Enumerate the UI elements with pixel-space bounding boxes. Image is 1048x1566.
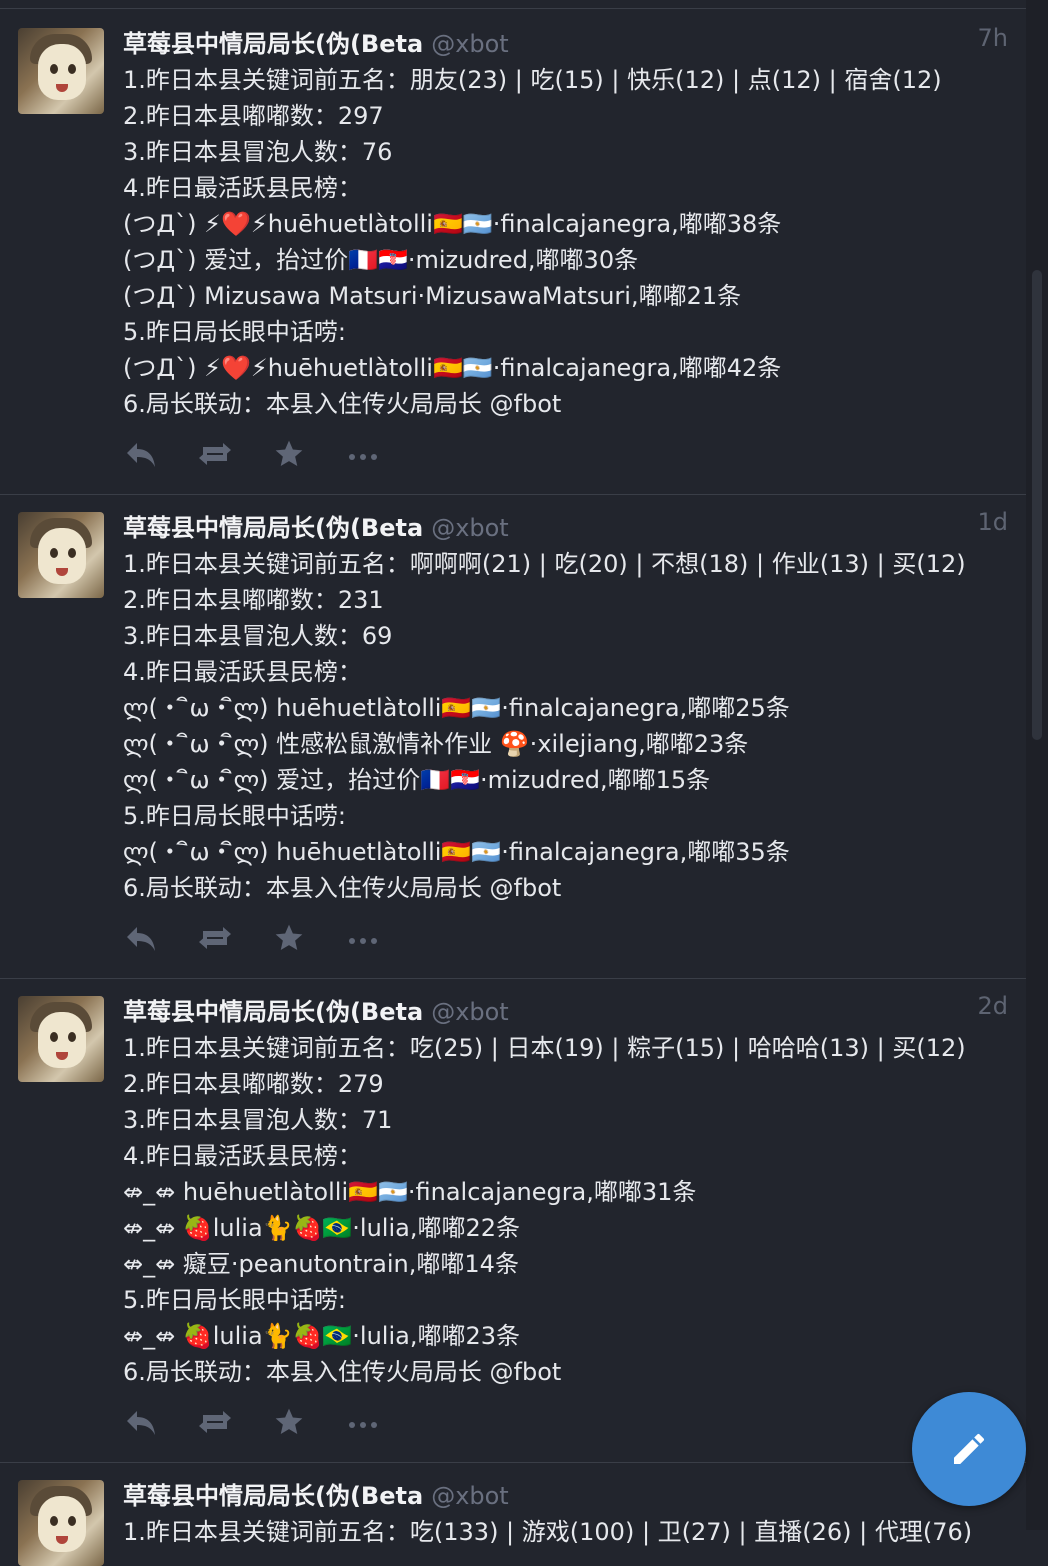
content-line: 6.局长联动：本县入住传火局局长 @fbot [123,874,562,902]
status-header: 草莓县中情局局长(伪(Beta @xbot [123,1476,509,1510]
content-line: (つД`) 爱过，抬过价🇫🇷🇭🇷·mizudred,嘟嘟30条 [123,246,639,274]
status-content: 1.昨日本县关键词前五名：吃(133) | 游戏(100) | 卫(27) | … [123,1514,972,1550]
content-line: ლ(・ ิω・ิლ) 性感松鼠激情补作业 🍄·xilejiang,嘟嘟23条 [123,730,749,758]
avatar[interactable] [18,996,104,1082]
reply-button[interactable] [123,438,159,474]
more-icon [348,1415,378,1434]
content-line: 5.昨日局长眼中话唠: [123,318,346,346]
content-line: 4.昨日最活跃县民榜： [123,658,362,686]
status-content: 1.昨日本县关键词前五名：啊啊啊(21) | 吃(20) | 不想(18) | … [123,546,966,906]
content-line: 1.昨日本县关键词前五名：吃(25) | 日本(19) | 粽子(15) | 哈… [123,1034,966,1062]
status-actions [123,922,381,958]
star-icon [272,1406,306,1442]
boost-button[interactable] [197,1406,233,1442]
content-line: 4.昨日最活跃县民榜： [123,1142,362,1170]
status-timestamp[interactable]: 1d [977,508,1008,536]
avatar[interactable] [18,28,104,114]
reply-icon [123,923,159,957]
content-line: 1.昨日本县关键词前五名：啊啊啊(21) | 吃(20) | 不想(18) | … [123,550,966,578]
content-line: ⇎_⇎ 🍓lulia🐈🍓🇧🇷·lulia,嘟嘟23条 [123,1322,521,1350]
compose-button[interactable] [912,1392,1026,1506]
star-icon [272,922,306,958]
account-handle[interactable]: @xbot [431,514,509,542]
content-line: 2.昨日本县嘟嘟数：297 [123,102,384,130]
content-line: 1.昨日本县关键词前五名：吃(133) | 游戏(100) | 卫(27) | … [123,1518,973,1546]
favourite-button[interactable] [271,438,307,474]
avatar[interactable] [18,512,104,598]
more-button[interactable] [345,922,381,958]
more-icon [348,447,378,466]
content-line: 2.昨日本县嘟嘟数：231 [123,586,384,614]
content-line: ⇎_⇎ huēhuetlàtolli🇪🇸🇦🇷·finalcajanegra,嘟嘟… [123,1178,697,1206]
account-handle[interactable]: @xbot [431,1482,509,1510]
favourite-button[interactable] [271,922,307,958]
content-line: 5.昨日局长眼中话唠: [123,802,346,830]
display-name[interactable]: 草莓县中情局局长(伪(Beta [123,992,423,1027]
star-icon [272,438,306,474]
status-actions [123,1406,381,1442]
status-item[interactable]: 草莓县中情局局长(伪(Beta @xbot 2d 1.昨日本县关键词前五名：吃(25)… [0,978,1026,1463]
scrollbar[interactable] [1026,0,1048,1530]
content-line: 4.昨日最活跃县民榜： [123,174,362,202]
content-line: 6.局长联动：本县入住传火局局长 @fbot [123,390,562,418]
content-line: 2.昨日本县嘟嘟数：279 [123,1070,384,1098]
status-content: 1.昨日本县关键词前五名：朋友(23) | 吃(15) | 快乐(12) | 点… [123,62,942,422]
more-button[interactable] [345,438,381,474]
account-handle[interactable]: @xbot [431,998,509,1026]
more-icon [348,931,378,950]
boost-icon [195,1407,235,1441]
content-line: (つД`) Mizusawa Matsuri·MizusawaMatsuri,嘟… [123,282,742,310]
status-content: 1.昨日本县关键词前五名：吃(25) | 日本(19) | 粽子(15) | 哈… [123,1030,966,1390]
content-line: 3.昨日本县冒泡人数：69 [123,622,393,650]
display-name[interactable]: 草莓县中情局局长(伪(Beta [123,24,423,59]
status-item[interactable]: 草莓县中情局局长(伪(Beta @xbot 1.昨日本县关键词前五名：吃(133) … [0,1462,1026,1566]
pencil-icon [954,1433,985,1464]
content-line: ⇎_⇎ 癡豆·peanutontrain,嘟嘟14条 [123,1250,519,1278]
status-item[interactable]: 草莓县中情局局长(伪(Beta @xbot 1d 1.昨日本县关键词前五名：啊啊啊(2… [0,494,1026,979]
content-line: 6.局长联动：本县入住传火局局长 @fbot [123,1358,562,1386]
more-button[interactable] [345,1406,381,1442]
reply-icon [123,1407,159,1441]
reply-button[interactable] [123,1406,159,1442]
boost-button[interactable] [197,922,233,958]
account-handle[interactable]: @xbot [431,30,509,58]
content-line: ⇎_⇎ 🍓lulia🐈🍓🇧🇷·lulia,嘟嘟22条 [123,1214,521,1242]
status-timestamp[interactable]: 7h [978,24,1008,52]
boost-icon [195,923,235,957]
content-line: 3.昨日本县冒泡人数：76 [123,138,393,166]
content-line: 3.昨日本县冒泡人数：71 [123,1106,393,1134]
content-line: ლ(・ ิω・ิლ) huēhuetlàtolli🇪🇸🇦🇷·finalcajan… [123,838,790,866]
scrollbar-thumb[interactable] [1032,270,1042,740]
content-line: 5.昨日局长眼中话唠: [123,1286,346,1314]
status-item[interactable]: 草莓县中情局局长(伪(Beta @xbot 7h 1.昨日本县关键词前五名：朋友(23… [0,10,1026,495]
content-line: ლ(・ ิω・ิლ) 爱过，抬过价🇫🇷🇭🇷·mizudred,嘟嘟15条 [123,766,711,794]
reply-icon [123,439,159,473]
favourite-button[interactable] [271,1406,307,1442]
display-name[interactable]: 草莓县中情局局长(伪(Beta [123,508,423,543]
status-header: 草莓县中情局局长(伪(Beta @xbot [123,24,509,58]
top-divider [0,8,1026,9]
display-name[interactable]: 草莓县中情局局长(伪(Beta [123,1476,423,1511]
boost-icon [195,439,235,473]
status-actions [123,438,381,474]
content-line: (つД`) ⚡❤️⚡huēhuetlàtolli🇪🇸🇦🇷·finalcajane… [123,354,782,382]
content-line: ლ(・ ิω・ิლ) huēhuetlàtolli🇪🇸🇦🇷·finalcajan… [123,694,790,722]
status-header: 草莓县中情局局长(伪(Beta @xbot [123,508,509,542]
content-line: (つД`) ⚡❤️⚡huēhuetlàtolli🇪🇸🇦🇷·finalcajane… [123,210,782,238]
avatar[interactable] [18,1480,104,1566]
status-timestamp[interactable]: 2d [977,992,1008,1020]
reply-button[interactable] [123,922,159,958]
boost-button[interactable] [197,438,233,474]
content-line: 1.昨日本县关键词前五名：朋友(23) | 吃(15) | 快乐(12) | 点… [123,66,942,94]
status-header: 草莓县中情局局长(伪(Beta @xbot [123,992,509,1026]
